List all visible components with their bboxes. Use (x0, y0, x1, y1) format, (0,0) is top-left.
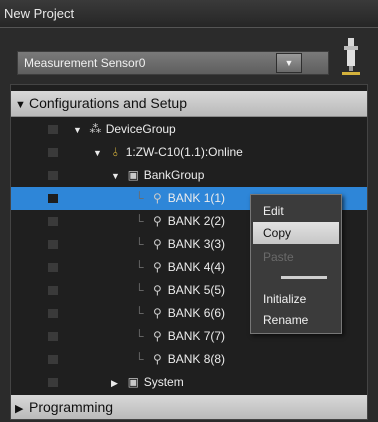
tree-label-bank: BANK 1(1) (167, 191, 226, 205)
row-marker (48, 286, 58, 295)
row-marker (48, 217, 58, 226)
expanded-arrow-icon[interactable]: ▼ (73, 119, 85, 142)
context-menu: Edit Copy Paste Initialize Rename (250, 194, 342, 334)
row-marker (48, 125, 58, 134)
expanded-arrow-icon[interactable]: ▼ (11, 93, 29, 118)
row-marker (48, 263, 58, 272)
menu-item-edit[interactable]: Edit (253, 200, 339, 222)
sensor-select-value: Measurement Sensor0 (24, 56, 146, 70)
tree-connector: └ (135, 214, 144, 228)
tree-connector: └ (135, 329, 144, 343)
tree-label-bank: BANK 6(6) (167, 306, 226, 320)
tree-label-bank: BANK 5(5) (167, 283, 226, 297)
row-marker (48, 378, 58, 387)
row-marker (48, 240, 58, 249)
chevron-down-icon[interactable]: ▼ (276, 53, 302, 73)
menu-item-paste: Paste (263, 250, 294, 264)
folder-icon: ▣ (127, 375, 140, 389)
tree-label-system: System (143, 375, 184, 389)
row-marker (48, 171, 58, 180)
expanded-arrow-icon[interactable]: ▼ (93, 142, 105, 165)
tree-row-bank-8[interactable]: └ ⚲ BANK 8(8) (11, 348, 367, 371)
row-marker (48, 148, 58, 157)
row-marker (48, 355, 58, 364)
programming-section-label: Programming (29, 399, 114, 415)
tree-label-bank: BANK 2(2) (167, 214, 226, 228)
bank-icon: ⚲ (152, 260, 162, 274)
row-marker (48, 309, 58, 318)
collapsed-arrow-icon[interactable]: ▶ (11, 397, 29, 419)
tree-row-system[interactable]: ▶ ▣ System (11, 371, 367, 394)
bank-icon: ⚲ (152, 329, 162, 343)
tree-label-bank: BANK 4(4) (167, 260, 226, 274)
row-marker (48, 194, 58, 203)
window-title-bar: New Project (0, 0, 378, 28)
bank-icon: ⚲ (152, 237, 162, 251)
sensor-device-icon: ⫰ (112, 145, 118, 159)
tree-label-device-group: DeviceGroup (105, 122, 176, 136)
bank-icon: ⚲ (152, 214, 162, 228)
sensor-probe-icon[interactable] (338, 38, 364, 78)
expanded-arrow-icon[interactable]: ▼ (111, 165, 123, 188)
sensor-select[interactable]: Measurement Sensor0 ▼ (17, 51, 329, 75)
tree-connector: └ (135, 352, 144, 366)
window-title: New Project (4, 6, 75, 21)
tree-label-bank-group: BankGroup (143, 168, 205, 182)
tree-connector: └ (135, 260, 144, 274)
configurations-section-header[interactable]: ▼ Configurations and Setup (11, 91, 367, 117)
tree-connector: └ (135, 237, 144, 251)
bank-icon: ⚲ (152, 352, 162, 366)
tree-connector: └ (135, 306, 144, 320)
menu-item-rename[interactable]: Rename (253, 309, 339, 331)
programming-section-header[interactable]: ▶ Programming (11, 395, 367, 419)
menu-item-copy[interactable]: Copy (253, 222, 339, 244)
bank-icon: ⚲ (152, 283, 162, 297)
tree-connector: └ (135, 191, 144, 205)
tree-row-device[interactable]: ▼ ⫰ 1:ZW-C10(1.1):Online (11, 141, 367, 164)
row-marker (48, 332, 58, 341)
menu-separator (281, 276, 327, 279)
tree-label-bank: BANK 8(8) (167, 352, 226, 366)
tree-label-bank: BANK 7(7) (167, 329, 226, 343)
menu-item-initialize[interactable]: Initialize (253, 288, 339, 310)
tree-label-device: 1:ZW-C10(1.1):Online (125, 145, 243, 159)
folder-icon: ▣ (127, 168, 140, 182)
toolbar: Measurement Sensor0 ▼ (0, 29, 378, 84)
bank-icon: ⚲ (152, 306, 162, 320)
collapsed-arrow-icon[interactable]: ▶ (111, 372, 123, 395)
tree-label-bank: BANK 3(3) (167, 237, 226, 251)
bank-icon: ⚲ (152, 191, 162, 205)
configurations-section-label: Configurations and Setup (29, 95, 187, 111)
tree-row-bank-group[interactable]: ▼ ▣ BankGroup (11, 164, 367, 187)
group-icon: ⁂ (89, 122, 102, 136)
tree-connector: └ (135, 283, 144, 297)
tree-row-device-group[interactable]: ▼ ⁂ DeviceGroup (11, 118, 367, 141)
